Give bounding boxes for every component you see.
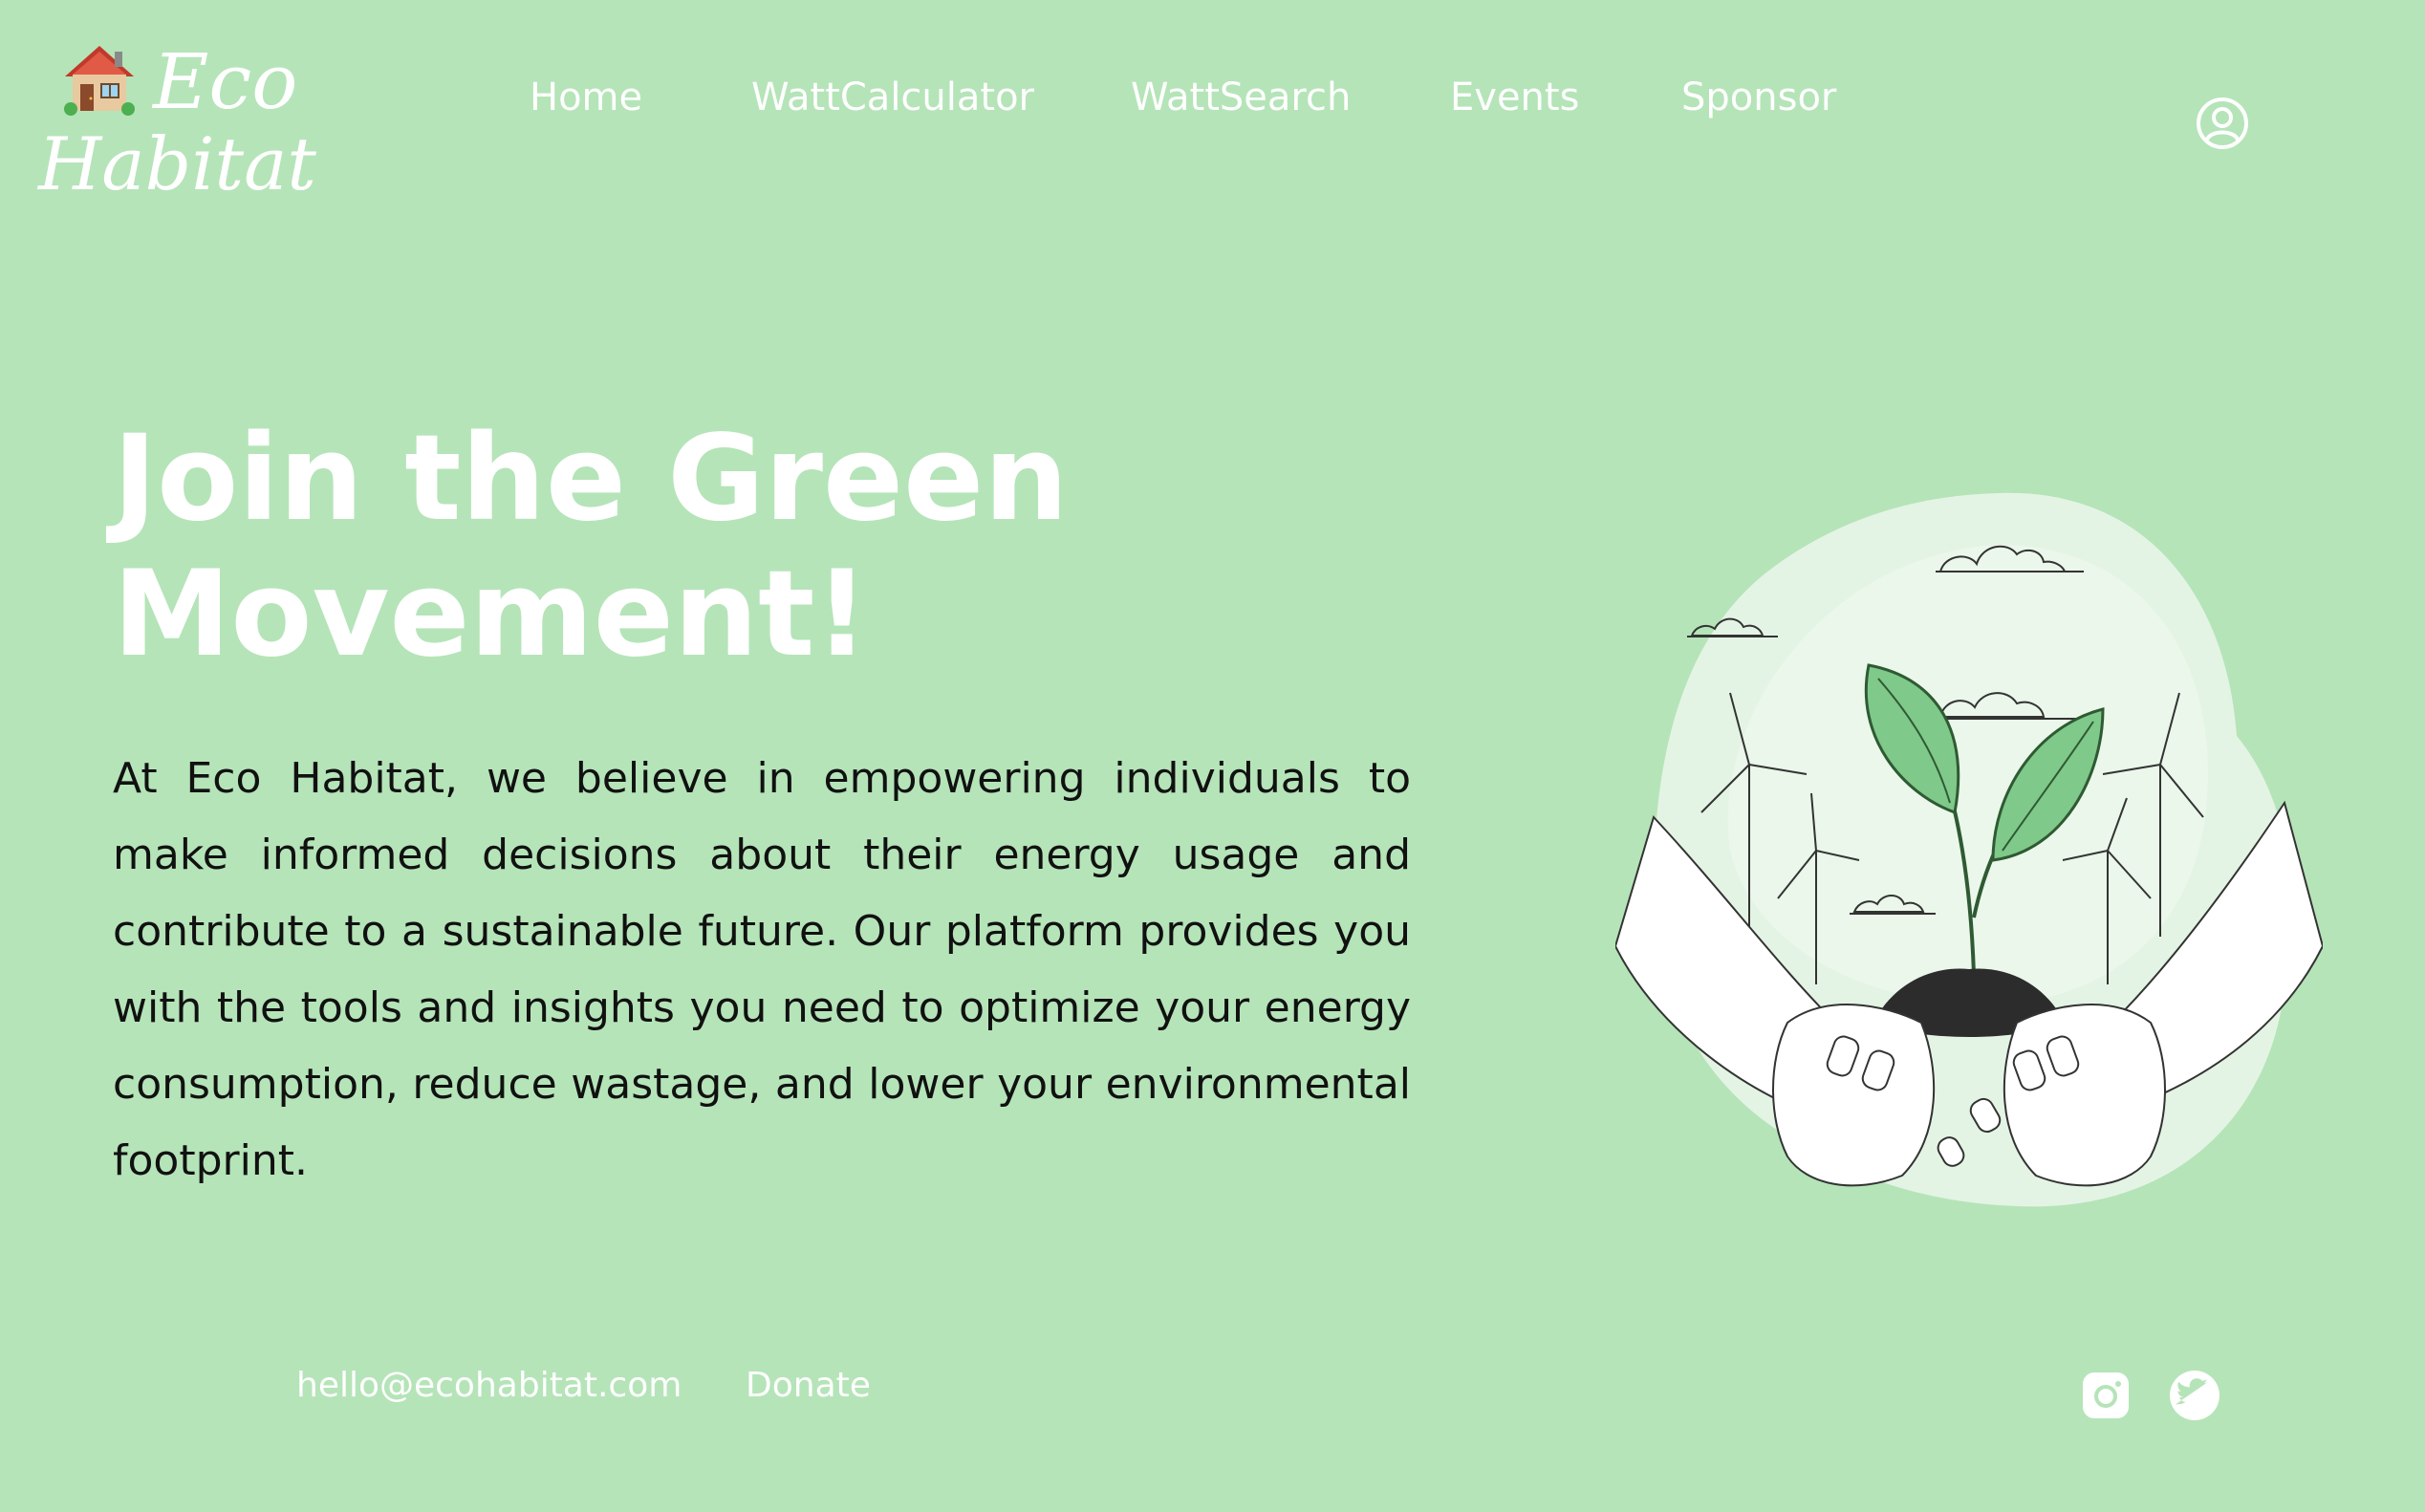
nav-events[interactable]: Events — [1450, 69, 1579, 126]
twitter-icon[interactable] — [2168, 1369, 2221, 1422]
logo-word-habitat: Habitat — [38, 121, 316, 206]
hero-title-line1: Join the Green — [113, 410, 1069, 548]
user-circle-icon[interactable] — [2195, 96, 2250, 151]
hands-sprout-illustration — [1615, 492, 2323, 1207]
logo[interactable]: Eco Habitat — [38, 29, 325, 210]
nav-watt-search[interactable]: WattSearch — [1131, 69, 1351, 126]
hero-description: At Eco Habitat, we believe in empowering… — [113, 754, 1411, 1185]
nav-watt-calculator[interactable]: WattCalculator — [751, 69, 1034, 126]
footer-donate-link[interactable]: Donate — [746, 1357, 871, 1415]
logo-word-eco: Eco — [153, 37, 298, 126]
nav-home[interactable]: Home — [530, 69, 642, 126]
hero-title: Join the Green Movement! — [113, 411, 1355, 682]
footer-email-link[interactable]: hello@ecohabitat.com — [296, 1357, 682, 1415]
hero-title-line2: Movement! — [113, 546, 869, 683]
house-emoji-icon — [64, 46, 135, 116]
instagram-icon[interactable] — [2079, 1369, 2133, 1422]
nav-sponsor[interactable]: Sponsor — [1681, 69, 1836, 126]
